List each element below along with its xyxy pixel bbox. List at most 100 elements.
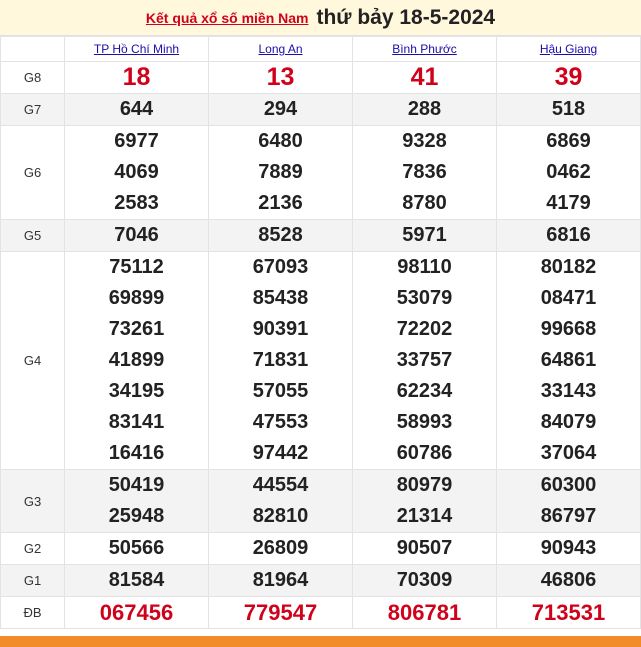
- winning-number: 8528: [258, 224, 303, 246]
- prize-cell: 6869 0462 4179: [496, 125, 641, 220]
- prize-row: G1 81584 81964 70309 46806: [0, 564, 641, 597]
- winning-number: 69899: [108, 287, 165, 309]
- prize-cell: 81584: [64, 564, 209, 597]
- winning-number: 26809: [252, 537, 309, 559]
- winning-number: 6816: [546, 224, 591, 246]
- prize-cell: 18: [64, 61, 209, 94]
- prize-cell: 6977 4069 2583: [64, 125, 209, 220]
- prize-cell: 90943: [496, 532, 641, 565]
- province-link[interactable]: Bình Phước: [392, 42, 457, 56]
- province-header-row: TP Hồ Chí Minh Long An Bình Phước Hậu Gi…: [0, 36, 641, 62]
- province-header: TP Hồ Chí Minh: [64, 36, 209, 62]
- winning-number: 7889: [258, 161, 303, 183]
- winning-number: 8780: [402, 192, 447, 214]
- winning-number: 6480: [258, 130, 303, 152]
- province-header: Hậu Giang: [496, 36, 641, 62]
- prize-cell: 713531: [496, 596, 641, 629]
- prize-label: G1: [0, 564, 65, 597]
- winning-number: 80182: [540, 256, 597, 278]
- winning-number: 75112: [109, 256, 164, 278]
- prize-cell: 518: [496, 93, 641, 126]
- prize-row: ĐB 067456 779547 806781 713531: [0, 596, 641, 629]
- prize-row: G5 7046 8528 5971 6816: [0, 219, 641, 252]
- winning-number: 16416: [108, 442, 165, 464]
- prize-cell: 294: [208, 93, 353, 126]
- prize-row: G7 644 294 288 518: [0, 93, 641, 126]
- winning-number: 067456: [99, 600, 174, 625]
- winning-number: 90943: [540, 537, 597, 559]
- winning-number: 58993: [396, 411, 453, 433]
- winning-number: 806781: [387, 600, 462, 625]
- province-link[interactable]: Long An: [258, 42, 302, 56]
- winning-number: 85438: [252, 287, 309, 309]
- winning-number: 6977: [114, 130, 159, 152]
- prize-cell: 806781: [352, 596, 497, 629]
- winning-number: 82810: [252, 505, 309, 527]
- winning-number: 71831: [252, 349, 309, 371]
- winning-number: 4179: [546, 192, 591, 214]
- province-link[interactable]: TP Hồ Chí Minh: [94, 42, 179, 56]
- province-link[interactable]: Hậu Giang: [540, 42, 597, 56]
- prize-cell: 75112 69899 73261 41899 34195 83141 16416: [64, 251, 209, 470]
- prize-rows: G8 18 13 41 39 G7 644 294 288 518 G6 6977 4069 2583 64…: [0, 61, 641, 629]
- winning-number: 53079: [396, 287, 453, 309]
- winning-number: 4069: [114, 161, 159, 183]
- prize-label-header: [0, 36, 65, 62]
- prize-row: G4 75112 69899 73261 41899 34195 83141 16416 670…: [0, 251, 641, 470]
- winning-number: 41: [410, 63, 439, 91]
- winning-number: 294: [263, 98, 298, 120]
- winning-number: 21314: [396, 505, 453, 527]
- winning-number: 64861: [540, 349, 597, 371]
- winning-number: 6869: [546, 130, 591, 152]
- winning-number: 99668: [540, 318, 597, 340]
- winning-number: 33757: [396, 349, 453, 371]
- winning-number: 84079: [540, 411, 597, 433]
- prize-cell: 644: [64, 93, 209, 126]
- prize-cell: 50419 25948: [64, 469, 209, 533]
- winning-number: 7046: [114, 224, 159, 246]
- prize-cell: 26809: [208, 532, 353, 565]
- prize-cell: 779547: [208, 596, 353, 629]
- prize-cell: 6480 7889 2136: [208, 125, 353, 220]
- winning-number: 60786: [396, 442, 453, 464]
- winning-number: 0462: [546, 161, 591, 183]
- winning-number: 97442: [252, 442, 309, 464]
- winning-number: 67093: [252, 256, 309, 278]
- winning-number: 25948: [108, 505, 165, 527]
- prize-label: G7: [0, 93, 65, 126]
- winning-number: 13: [266, 63, 295, 91]
- prize-cell: 39: [496, 61, 641, 94]
- prize-cell: 7046: [64, 219, 209, 252]
- prize-cell: 5971: [352, 219, 497, 252]
- prize-label: G4: [0, 251, 65, 470]
- results-title-link[interactable]: Kết quả xổ số miền Nam: [146, 10, 309, 26]
- winning-number: 33143: [540, 380, 597, 402]
- winning-number: 46806: [540, 569, 597, 591]
- winning-number: 713531: [531, 600, 606, 625]
- prize-cell: 60300 86797: [496, 469, 641, 533]
- prize-row: G6 6977 4069 2583 6480 7889 2136 9328 7836 8780 68…: [0, 125, 641, 220]
- prize-label: G3: [0, 469, 65, 533]
- prize-cell: 8528: [208, 219, 353, 252]
- winning-number: 44554: [252, 474, 309, 496]
- winning-number: 288: [407, 98, 442, 120]
- winning-number: 2136: [258, 192, 303, 214]
- winning-number: 2583: [114, 192, 159, 214]
- prize-label: G2: [0, 532, 65, 565]
- winning-number: 50419: [108, 474, 165, 496]
- prize-label: G5: [0, 219, 65, 252]
- winning-number: 7836: [402, 161, 447, 183]
- prize-label: G6: [0, 125, 65, 220]
- prize-cell: 50566: [64, 532, 209, 565]
- winning-number: 90507: [396, 537, 453, 559]
- prize-cell: 46806: [496, 564, 641, 597]
- winning-number: 73261: [108, 318, 165, 340]
- winning-number: 81584: [108, 569, 165, 591]
- winning-number: 50566: [108, 537, 165, 559]
- prize-label: ĐB: [0, 596, 65, 629]
- winning-number: 644: [119, 98, 154, 120]
- prize-cell: 98110 53079 72202 33757 62234 58993 60786: [352, 251, 497, 470]
- winning-number: 60300: [540, 474, 597, 496]
- winning-number: 37064: [540, 442, 597, 464]
- prize-row: G2 50566 26809 90507 90943: [0, 532, 641, 565]
